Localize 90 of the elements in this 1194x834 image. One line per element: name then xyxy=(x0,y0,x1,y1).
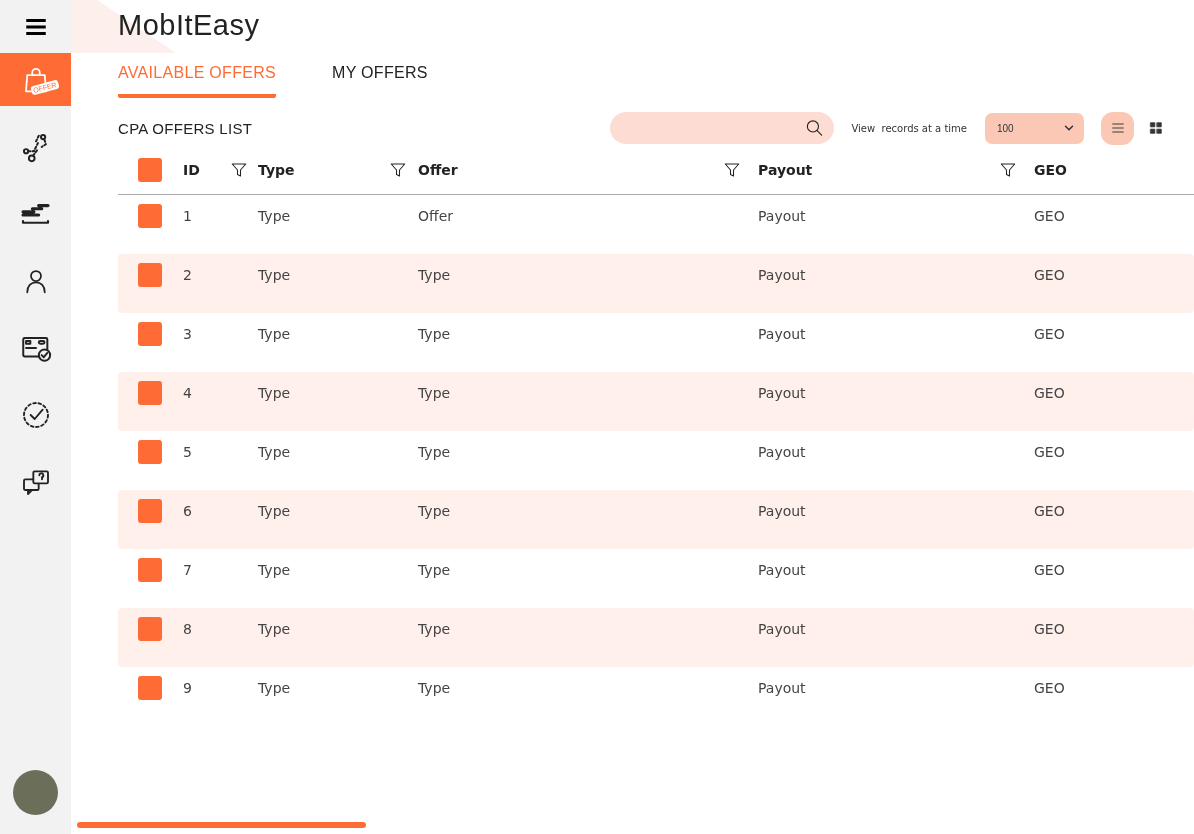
table-cell-text: Type xyxy=(257,325,292,342)
filter-icon xyxy=(389,161,407,179)
bars-icon xyxy=(21,203,50,224)
table-cell-text: Payout xyxy=(757,443,807,460)
list-view-button[interactable] xyxy=(1101,111,1134,145)
table-cell-text: Type xyxy=(257,207,292,224)
table-cell-text: 2 xyxy=(182,266,193,283)
row-checkbox[interactable] xyxy=(138,380,162,405)
filter-button[interactable] xyxy=(999,161,1017,179)
table-cell-text: Payout xyxy=(757,679,807,696)
table-row[interactable]: 3 Type Type Payout GEO xyxy=(118,313,1194,372)
column-header: GEO xyxy=(1033,162,1068,178)
filter-button[interactable] xyxy=(389,161,407,179)
table-cell-text: Offer xyxy=(417,207,455,224)
row-checkbox[interactable] xyxy=(138,262,162,287)
row-checkbox[interactable] xyxy=(138,557,162,582)
row-checkbox[interactable] xyxy=(138,321,162,346)
table-cell-text: 6 xyxy=(182,502,193,519)
row-checkbox[interactable] xyxy=(138,498,162,523)
records-dropdown[interactable]: 100 xyxy=(985,112,1084,144)
table-cell-text: GEO xyxy=(1033,207,1066,224)
tab[interactable]: MY OFFERS xyxy=(332,64,428,98)
table-row[interactable]: 4 Type Type Payout GEO xyxy=(118,372,1194,431)
table-cell-text: Type xyxy=(417,620,452,637)
table-row[interactable]: 9 Type Type Payout GEO xyxy=(118,667,1194,726)
table-cell-text: 4 xyxy=(182,384,193,401)
table-cell-text: 1 xyxy=(182,207,193,224)
filter-button[interactable] xyxy=(230,161,248,179)
table-row[interactable]: 8 Type Type Payout GEO xyxy=(118,608,1194,667)
table-row[interactable]: 7 Type Type Payout GEO xyxy=(118,549,1194,608)
column-header: Payout xyxy=(757,162,814,178)
table-cell-text: Payout xyxy=(757,384,807,401)
table-row[interactable]: 1 Type Offer Payout GEO xyxy=(118,195,1194,254)
table-cell-text: Type xyxy=(417,384,452,401)
table-cell-text: Type xyxy=(417,561,452,578)
table-cell-text: Payout xyxy=(757,207,807,224)
filter-icon xyxy=(999,161,1017,179)
table-row[interactable]: 5 Type Type Payout GEO xyxy=(118,431,1194,490)
select-all-checkbox[interactable] xyxy=(138,158,162,182)
table-cell-text: GEO xyxy=(1033,325,1066,342)
table-cell-text: 3 xyxy=(182,325,193,342)
table-cell-text: Payout xyxy=(757,266,807,283)
table-cell-text: 5 xyxy=(182,443,193,460)
table-cell-text: Type xyxy=(417,502,452,519)
table-cell-text: Type xyxy=(417,679,452,696)
table-row[interactable]: 2 Type Type Payout GEO xyxy=(118,254,1194,313)
table-cell-text: Type xyxy=(257,443,292,460)
scrollbar[interactable] xyxy=(77,822,366,828)
table-cell-text: Type xyxy=(257,679,292,696)
filter-icon xyxy=(723,161,741,179)
table-cell-text: GEO xyxy=(1033,620,1066,637)
table-cell-text: Type xyxy=(257,266,292,283)
list-title: CPA OFFERS LIST xyxy=(118,119,254,137)
avatar[interactable] xyxy=(13,770,58,815)
table-cell-text: Type xyxy=(257,502,292,519)
grid-icon xyxy=(1148,121,1163,135)
table-cell-text: Type xyxy=(417,443,452,460)
table-cell-text: Payout xyxy=(757,502,807,519)
column-header: Offer xyxy=(417,162,459,178)
table-cell-text: GEO xyxy=(1033,561,1066,578)
table-cell-text: Payout xyxy=(757,325,807,342)
records-label: View records at a time xyxy=(851,122,967,134)
table-cell-text: Type xyxy=(417,266,452,283)
row-checkbox[interactable] xyxy=(138,616,162,641)
filter-button[interactable] xyxy=(723,161,741,179)
table-cell-text: Type xyxy=(257,384,292,401)
table-cell-text: Payout xyxy=(757,620,807,637)
filter-icon xyxy=(230,161,248,179)
search-icon xyxy=(805,118,825,138)
table-cell-text: Type xyxy=(257,561,292,578)
column-header: Type xyxy=(257,162,296,178)
row-checkbox[interactable] xyxy=(138,675,162,700)
table-cell-text: 7 xyxy=(182,561,193,578)
table-cell-text: Payout xyxy=(757,561,807,578)
table-cell-text: GEO xyxy=(1033,384,1066,401)
search-field[interactable] xyxy=(610,112,835,144)
column-header: ID xyxy=(182,162,201,178)
table-cell-text: 9 xyxy=(182,679,193,696)
table-cell-text: GEO xyxy=(1033,679,1066,696)
table-cell-text: 8 xyxy=(182,620,193,637)
row-checkbox[interactable] xyxy=(138,439,162,464)
table-cell-text: Type xyxy=(417,325,452,342)
app-title: MobItEasy xyxy=(118,9,261,42)
table-cell-text: GEO xyxy=(1033,443,1066,460)
table-cell-text: GEO xyxy=(1033,266,1066,283)
table-cell-text: GEO xyxy=(1033,502,1066,519)
row-checkbox[interactable] xyxy=(138,203,162,228)
table-row[interactable]: 6 Type Type Payout GEO xyxy=(118,490,1194,549)
table-cell-text: Type xyxy=(257,620,292,637)
list-icon xyxy=(1109,120,1126,136)
